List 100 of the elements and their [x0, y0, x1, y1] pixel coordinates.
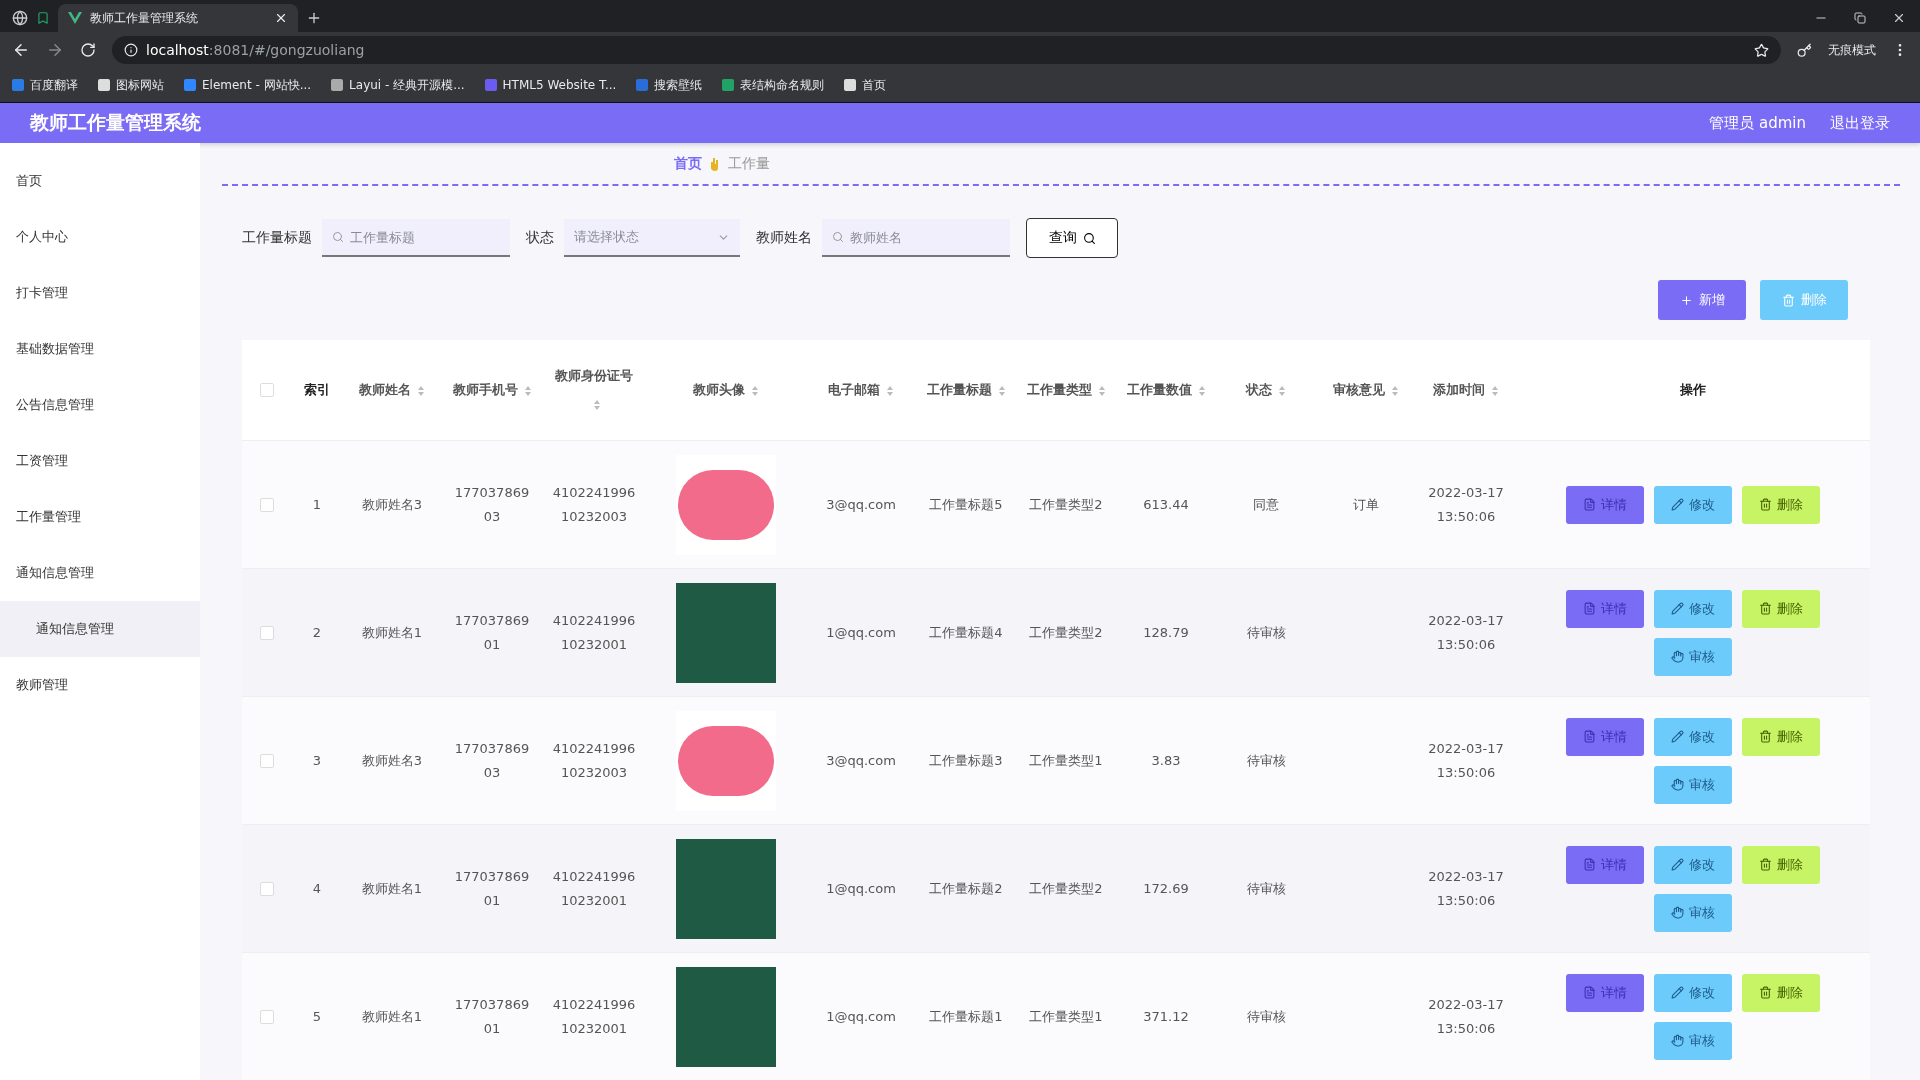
checkbox[interactable] — [260, 383, 274, 397]
sort-icon[interactable] — [1391, 384, 1399, 397]
sort-icon[interactable] — [417, 384, 425, 397]
bookmark-link[interactable]: 图标网站 — [98, 76, 164, 94]
bookmark-link[interactable]: 百度翻译 — [12, 76, 78, 94]
address-bar[interactable]: localhost:8081/#/gongzuoliang — [112, 36, 1781, 64]
table-cell-text: 1@qq.com — [825, 623, 897, 642]
sort-icon[interactable] — [523, 384, 532, 397]
pencil-icon — [1671, 602, 1684, 615]
column-header[interactable]: 工作量数值 — [1126, 382, 1192, 397]
review-button[interactable]: 审核 — [1654, 765, 1732, 804]
delete-button[interactable]: 删除 — [1742, 485, 1820, 524]
column-header[interactable]: 审核意见 — [1333, 382, 1385, 397]
sidebar-item[interactable]: 基础数据管理 — [0, 321, 200, 377]
hand-icon — [710, 156, 720, 171]
bookmark-link[interactable]: 首页 — [844, 76, 887, 94]
column-header[interactable]: 工作量标题 — [926, 382, 992, 397]
bookmark-icon[interactable] — [36, 11, 50, 25]
table-cell-text: 待审核 — [1245, 879, 1287, 898]
column-header[interactable]: 教师手机号 — [452, 382, 518, 397]
bookmark-favicon-icon — [844, 79, 857, 91]
table-cell-text: 工作量标题5 — [928, 495, 1004, 514]
close-icon[interactable] — [274, 11, 288, 25]
sort-icon[interactable] — [751, 384, 759, 397]
plus-icon[interactable] — [306, 10, 322, 26]
delete-button[interactable]: 删除 — [1742, 973, 1820, 1012]
column-header[interactable]: 教师身份证号 — [555, 368, 633, 383]
column-header[interactable]: 电子邮箱 — [828, 382, 880, 397]
sidebar-item[interactable]: 教师管理 — [0, 657, 200, 713]
input-field[interactable]: 教师姓名 — [822, 219, 1010, 257]
sidebar-item[interactable]: 首页 — [0, 153, 200, 209]
edit-button[interactable]: 修改 — [1654, 717, 1732, 756]
sidebar-item[interactable]: 个人中心 — [0, 209, 200, 265]
edit-button[interactable]: 修改 — [1654, 845, 1732, 884]
review-button[interactable]: 审核 — [1654, 1021, 1732, 1060]
sidebar-item[interactable]: 通知信息管理 — [0, 545, 200, 601]
sidebar-item[interactable]: 打卡管理 — [0, 265, 200, 321]
input-field[interactable]: 工作量标题 — [322, 219, 510, 257]
bookmark-link[interactable]: Layui - 经典开源模... — [331, 76, 465, 94]
column-header[interactable]: 状态 — [1246, 382, 1272, 397]
breadcrumb-link[interactable]: 首页 — [674, 154, 702, 173]
forward-icon[interactable] — [46, 41, 64, 59]
sort-icon[interactable] — [1278, 384, 1286, 397]
sort-icon[interactable] — [1097, 384, 1106, 397]
checkbox[interactable] — [260, 881, 274, 896]
table-cell-text: 2022-03-17 13:50:06 — [1427, 867, 1505, 910]
review-button[interactable]: 审核 — [1654, 893, 1732, 932]
checkbox[interactable] — [260, 625, 274, 640]
checkbox[interactable] — [260, 497, 274, 512]
bookmark-favicon-icon — [484, 79, 497, 91]
filter-label: 教师姓名 — [756, 229, 812, 247]
trash-icon — [1759, 858, 1772, 871]
edit-button[interactable]: 修改 — [1654, 485, 1732, 524]
edit-button[interactable]: 修改 — [1654, 589, 1732, 628]
globe-icon[interactable] — [12, 10, 28, 26]
delete-button[interactable]: 删除 — [1742, 589, 1820, 628]
column-header[interactable]: 添加时间 — [1433, 382, 1485, 397]
column-header[interactable]: 教师姓名 — [359, 382, 411, 397]
bookmark-link[interactable]: 表结构命名规则 — [722, 76, 825, 94]
close-icon[interactable] — [1892, 11, 1906, 25]
column-header[interactable]: 教师头像 — [693, 382, 745, 397]
profile-label[interactable]: 无痕模式 — [1828, 41, 1876, 59]
checkbox[interactable] — [260, 753, 274, 768]
delete-button[interactable]: 删除 — [1742, 717, 1820, 756]
table-cell-text: 工作量类型1 — [1028, 751, 1104, 770]
add-button[interactable]: 新增 — [1658, 280, 1746, 320]
search-button[interactable]: 查询 — [1026, 218, 1118, 258]
column-header[interactable]: 工作量类型 — [1026, 382, 1092, 397]
delete-button[interactable]: 删除 — [1742, 845, 1820, 884]
checkbox[interactable] — [260, 1009, 274, 1024]
sidebar-item[interactable]: 工作量管理 — [0, 489, 200, 545]
search-icon — [832, 231, 844, 243]
table-cell-text: 4 — [311, 879, 323, 898]
sort-icon[interactable] — [886, 384, 894, 397]
sidebar-item[interactable]: 公告信息管理 — [0, 377, 200, 433]
bookmark-link[interactable]: HTML5 Website T... — [484, 78, 617, 92]
table-cell-text: 17703786901 — [453, 867, 531, 910]
table-cell-text: 待审核 — [1245, 623, 1287, 642]
table-cell-text: 3 — [311, 751, 323, 770]
bookmark-link[interactable]: Element - 网站快... — [184, 76, 312, 94]
logout-link[interactable]: 退出登录 — [1830, 113, 1890, 133]
edit-button[interactable]: 修改 — [1654, 973, 1732, 1012]
pencil-icon — [1671, 986, 1684, 999]
browser-tab[interactable]: 教师工作量管理系统 — [58, 4, 298, 32]
sidebar-item[interactable]: 工资管理 — [0, 433, 200, 489]
back-icon[interactable] — [12, 41, 30, 59]
key-icon[interactable] — [1797, 42, 1812, 58]
reload-icon[interactable] — [80, 42, 96, 58]
sidebar-subitem[interactable]: 通知信息管理 — [0, 601, 200, 657]
restore-icon[interactable] — [1854, 12, 1866, 24]
review-button[interactable]: 审核 — [1654, 637, 1732, 676]
sort-icon[interactable] — [593, 398, 601, 411]
table-cell-text: 工作量标题3 — [928, 751, 1004, 770]
table-cell-text: 2 — [311, 623, 323, 642]
bookmark-favicon-icon — [98, 79, 110, 91]
sort-icon[interactable] — [1491, 384, 1499, 397]
table-cell-text: 613.44 — [1142, 495, 1190, 514]
sort-icon[interactable] — [997, 384, 1006, 397]
sort-icon[interactable] — [1197, 384, 1206, 397]
bookmark-link[interactable]: 搜索壁纸 — [636, 76, 703, 94]
